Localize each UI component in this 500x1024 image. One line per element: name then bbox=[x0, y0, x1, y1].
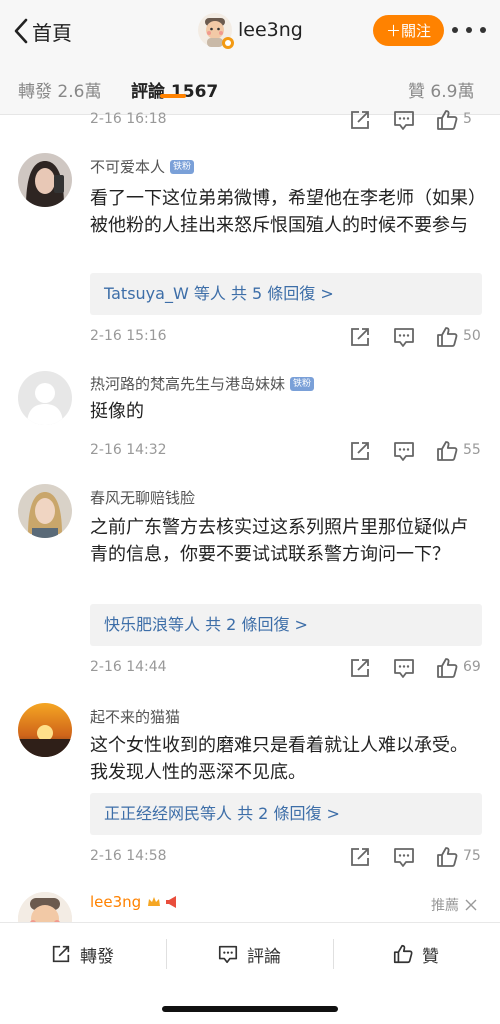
share-icon[interactable] bbox=[348, 845, 372, 869]
like-icon[interactable] bbox=[435, 656, 459, 680]
tab-bar: 轉發 2.6萬 評論 1567 贊 6.9萬 bbox=[0, 60, 500, 115]
home-indicator[interactable] bbox=[162, 1006, 338, 1012]
commenter-name[interactable]: 不可爱本人 铁粉 bbox=[90, 156, 195, 177]
chevron-left-icon bbox=[14, 18, 28, 44]
comment-button[interactable]: 評論 bbox=[217, 941, 281, 967]
reply-icon[interactable] bbox=[392, 845, 416, 869]
share-icon[interactable] bbox=[348, 108, 372, 132]
close-icon[interactable] bbox=[465, 899, 477, 911]
comment-time: 2-16 15:16 bbox=[90, 328, 167, 344]
reply-icon[interactable] bbox=[392, 108, 416, 132]
tab-likes[interactable]: 贊 6.9萬 bbox=[408, 77, 474, 102]
comment-text: 挺像的 bbox=[90, 401, 144, 422]
commenter-name-text: 春风无聊赔钱脸 bbox=[90, 489, 196, 507]
like-count: 50 bbox=[463, 328, 481, 344]
comment-text: 之前广东警方去核实过这系列照片里那位疑似卢青的信息，你要不要试试联系警方询问一下… bbox=[90, 517, 468, 565]
comment-meta: 2-16 14:32 55 bbox=[90, 439, 490, 463]
comment-icon bbox=[218, 945, 238, 964]
commenter-name[interactable]: 热河路的梵高先生与港岛妹妹 铁粉 bbox=[90, 373, 315, 394]
tab-repost[interactable]: 轉發 2.6萬 bbox=[18, 77, 101, 102]
comment-time: 2-16 14:32 bbox=[90, 442, 167, 458]
replies-link[interactable]: Tatsuya_W 等人 共 5 條回復 > bbox=[90, 273, 482, 315]
recommended-label: 推薦 bbox=[431, 898, 459, 914]
back-label: 首頁 bbox=[32, 20, 72, 45]
commenter-name[interactable]: lee3ng bbox=[90, 893, 180, 911]
verified-badge-icon bbox=[222, 37, 234, 49]
follow-button[interactable]: ＋關注 bbox=[373, 15, 444, 46]
like-button[interactable]: 贊 bbox=[392, 941, 439, 967]
repost-button[interactable]: 轉發 bbox=[50, 941, 114, 967]
top-nav-bar: 首頁 lee3ng ＋關注 bbox=[0, 0, 500, 60]
comment-meta: 2-16 14:58 75 bbox=[90, 845, 490, 869]
bottom-action-bar: 轉發 評論 贊 bbox=[0, 922, 500, 1024]
like-icon[interactable] bbox=[435, 845, 459, 869]
like-icon[interactable] bbox=[435, 108, 459, 132]
replies-link[interactable]: 正正经经网民等人 共 2 條回復 > bbox=[90, 793, 482, 835]
divider bbox=[166, 939, 167, 969]
like-icon[interactable] bbox=[435, 439, 459, 463]
commenter-name[interactable]: 起不来的猫猫 bbox=[90, 706, 180, 727]
commenter-name-text: 热河路的梵高先生与港岛妹妹 bbox=[90, 375, 286, 393]
megaphone-icon bbox=[166, 896, 177, 908]
comment-text: 看了一下这位弟弟微博，希望他在李老师（如果）被他粉的人挂出来怒斥恨国殖人的时候不… bbox=[90, 188, 477, 236]
active-tab-indicator bbox=[160, 94, 186, 98]
comment-time: 2-16 14:44 bbox=[90, 659, 167, 675]
user-avatar[interactable] bbox=[198, 13, 234, 49]
commenter-name[interactable]: 春风无聊赔钱脸 bbox=[90, 487, 195, 508]
like-count: 55 bbox=[463, 442, 481, 458]
profile-header[interactable]: lee3ng bbox=[198, 13, 303, 49]
like-label: 贊 bbox=[422, 946, 439, 967]
replies-link[interactable]: 快乐肥浪等人 共 2 條回復 > bbox=[90, 604, 482, 646]
fan-badge: 铁粉 bbox=[290, 376, 315, 391]
more-options-icon[interactable] bbox=[452, 20, 486, 40]
like-count: 69 bbox=[463, 659, 481, 675]
commenter-name-text: lee3ng bbox=[90, 893, 142, 911]
fan-badge: 铁粉 bbox=[170, 159, 195, 174]
share-icon[interactable] bbox=[348, 656, 372, 680]
thumbs-up-icon bbox=[393, 944, 413, 964]
reply-icon[interactable] bbox=[392, 325, 416, 349]
commenter-name-text: 不可爱本人 bbox=[90, 158, 166, 176]
reply-icon[interactable] bbox=[392, 439, 416, 463]
comment-label: 評論 bbox=[247, 946, 281, 967]
commenter-avatar[interactable] bbox=[18, 703, 72, 757]
commenter-avatar[interactable] bbox=[18, 484, 72, 538]
commenter-avatar[interactable] bbox=[18, 153, 72, 207]
partial-comment-meta: 2-16 16:18 5 bbox=[90, 108, 490, 132]
comment-time: 2-16 16:18 bbox=[90, 111, 167, 127]
back-button[interactable]: 首頁 bbox=[12, 16, 72, 46]
reply-icon[interactable] bbox=[392, 656, 416, 680]
like-count: 75 bbox=[463, 848, 481, 864]
share-icon[interactable] bbox=[348, 439, 372, 463]
recommended-tag[interactable]: 推薦 bbox=[431, 895, 477, 915]
repost-label: 轉發 bbox=[80, 946, 114, 967]
tab-comments[interactable]: 評論 1567 bbox=[131, 77, 218, 102]
comment-meta: 2-16 15:16 50 bbox=[90, 325, 490, 349]
comment-meta: 2-16 14:44 69 bbox=[90, 656, 490, 680]
share-icon[interactable] bbox=[348, 325, 372, 349]
like-icon[interactable] bbox=[435, 325, 459, 349]
commenter-avatar[interactable] bbox=[18, 371, 72, 425]
repost-icon bbox=[52, 945, 70, 963]
comment-time: 2-16 14:58 bbox=[90, 848, 167, 864]
like-count: 5 bbox=[463, 111, 472, 127]
profile-username: lee3ng bbox=[238, 19, 303, 41]
divider bbox=[333, 939, 334, 969]
comment-text: 这个女性收到的磨难只是看着就让人难以承受。我发现人性的恶深不见底。 bbox=[90, 735, 468, 783]
crown-icon bbox=[148, 897, 161, 906]
commenter-name-text: 起不来的猫猫 bbox=[90, 708, 181, 726]
